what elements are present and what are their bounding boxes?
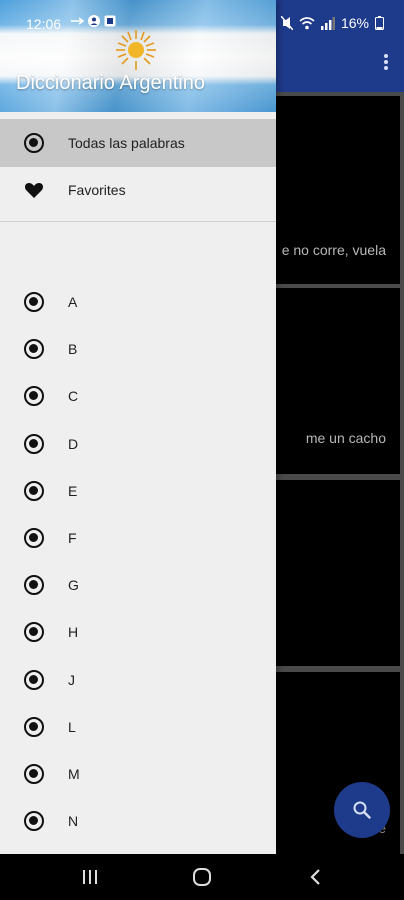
radio-icon [24, 669, 44, 690]
radio-icon [24, 528, 44, 548]
menu-item-letter[interactable]: M [0, 750, 276, 798]
system-icons: 16% [280, 15, 384, 31]
drawer-divider [0, 221, 276, 222]
radio-icon [24, 339, 44, 360]
menu-item-label: M [68, 766, 80, 782]
menu-item-letter[interactable]: C [0, 372, 276, 420]
menu-item-label: C [68, 388, 79, 405]
menu-item-letter[interactable]: A [0, 278, 276, 326]
menu-item-favorites[interactable]: Favorites [0, 166, 276, 214]
menu-item-letter[interactable]: G [0, 561, 276, 609]
search-icon [353, 801, 371, 819]
menu-item-letter[interactable]: E [0, 467, 276, 515]
menu-item-label: Todas las palabras [68, 135, 185, 151]
home-icon[interactable] [192, 867, 212, 887]
radio-icon [24, 716, 44, 737]
drawer-title: Diccionario Argentino [16, 72, 205, 94]
menu-item-label: J [68, 671, 75, 688]
mute-icon [280, 16, 293, 30]
menu-item-letter[interactable]: D [0, 420, 276, 468]
search-button[interactable] [334, 782, 390, 838]
menu-item-letter[interactable]: J [0, 656, 276, 704]
menu-item-letter[interactable]: L [0, 703, 276, 751]
menu-item-letter[interactable]: B [0, 325, 276, 373]
radio-icon [24, 433, 44, 454]
menu-item-label: Favorites [68, 182, 126, 198]
status-bar: 12:06 16% [0, 0, 404, 44]
menu-item-label: N [68, 813, 79, 830]
menu-item-letter[interactable]: N [0, 797, 276, 845]
radio-icon [24, 622, 44, 643]
more-options-icon[interactable] [382, 52, 390, 72]
recent-apps-icon[interactable] [80, 867, 100, 887]
menu-item-label: A [68, 294, 78, 310]
radio-icon [24, 292, 44, 312]
wifi-icon [299, 16, 315, 29]
navigation-drawer: Diccionario Argentino Todas las palabras… [0, 0, 276, 854]
system-navigation-bar [0, 854, 404, 900]
notification-icons [70, 15, 116, 27]
screenshot-icon [104, 15, 116, 27]
radio-icon [24, 480, 44, 501]
account-icon [88, 15, 100, 27]
menu-item-all-words[interactable]: Todas las palabras [0, 119, 276, 167]
cast-icon [71, 17, 84, 25]
menu-item-label: G [68, 577, 79, 594]
signal-icon [320, 16, 335, 30]
menu-item-letter[interactable]: H [0, 608, 276, 656]
battery-icon [375, 16, 384, 30]
radio-icon [24, 575, 44, 596]
menu-item-label: B [68, 341, 78, 358]
menu-item-label: H [68, 624, 79, 641]
menu-item-label: D [68, 435, 79, 452]
radio-icon [24, 386, 44, 407]
status-time: 12:06 [26, 16, 62, 32]
menu-item-label: F [68, 530, 77, 546]
battery-percent: 16% [340, 15, 369, 31]
radio-icon [24, 811, 44, 832]
radio-icon [24, 133, 44, 153]
back-icon[interactable] [306, 867, 326, 887]
menu-item-label: L [68, 718, 76, 735]
radio-icon [24, 764, 44, 784]
menu-item-label: E [68, 482, 78, 499]
menu-item-letter[interactable]: F [0, 514, 276, 562]
heart-icon [24, 182, 44, 198]
